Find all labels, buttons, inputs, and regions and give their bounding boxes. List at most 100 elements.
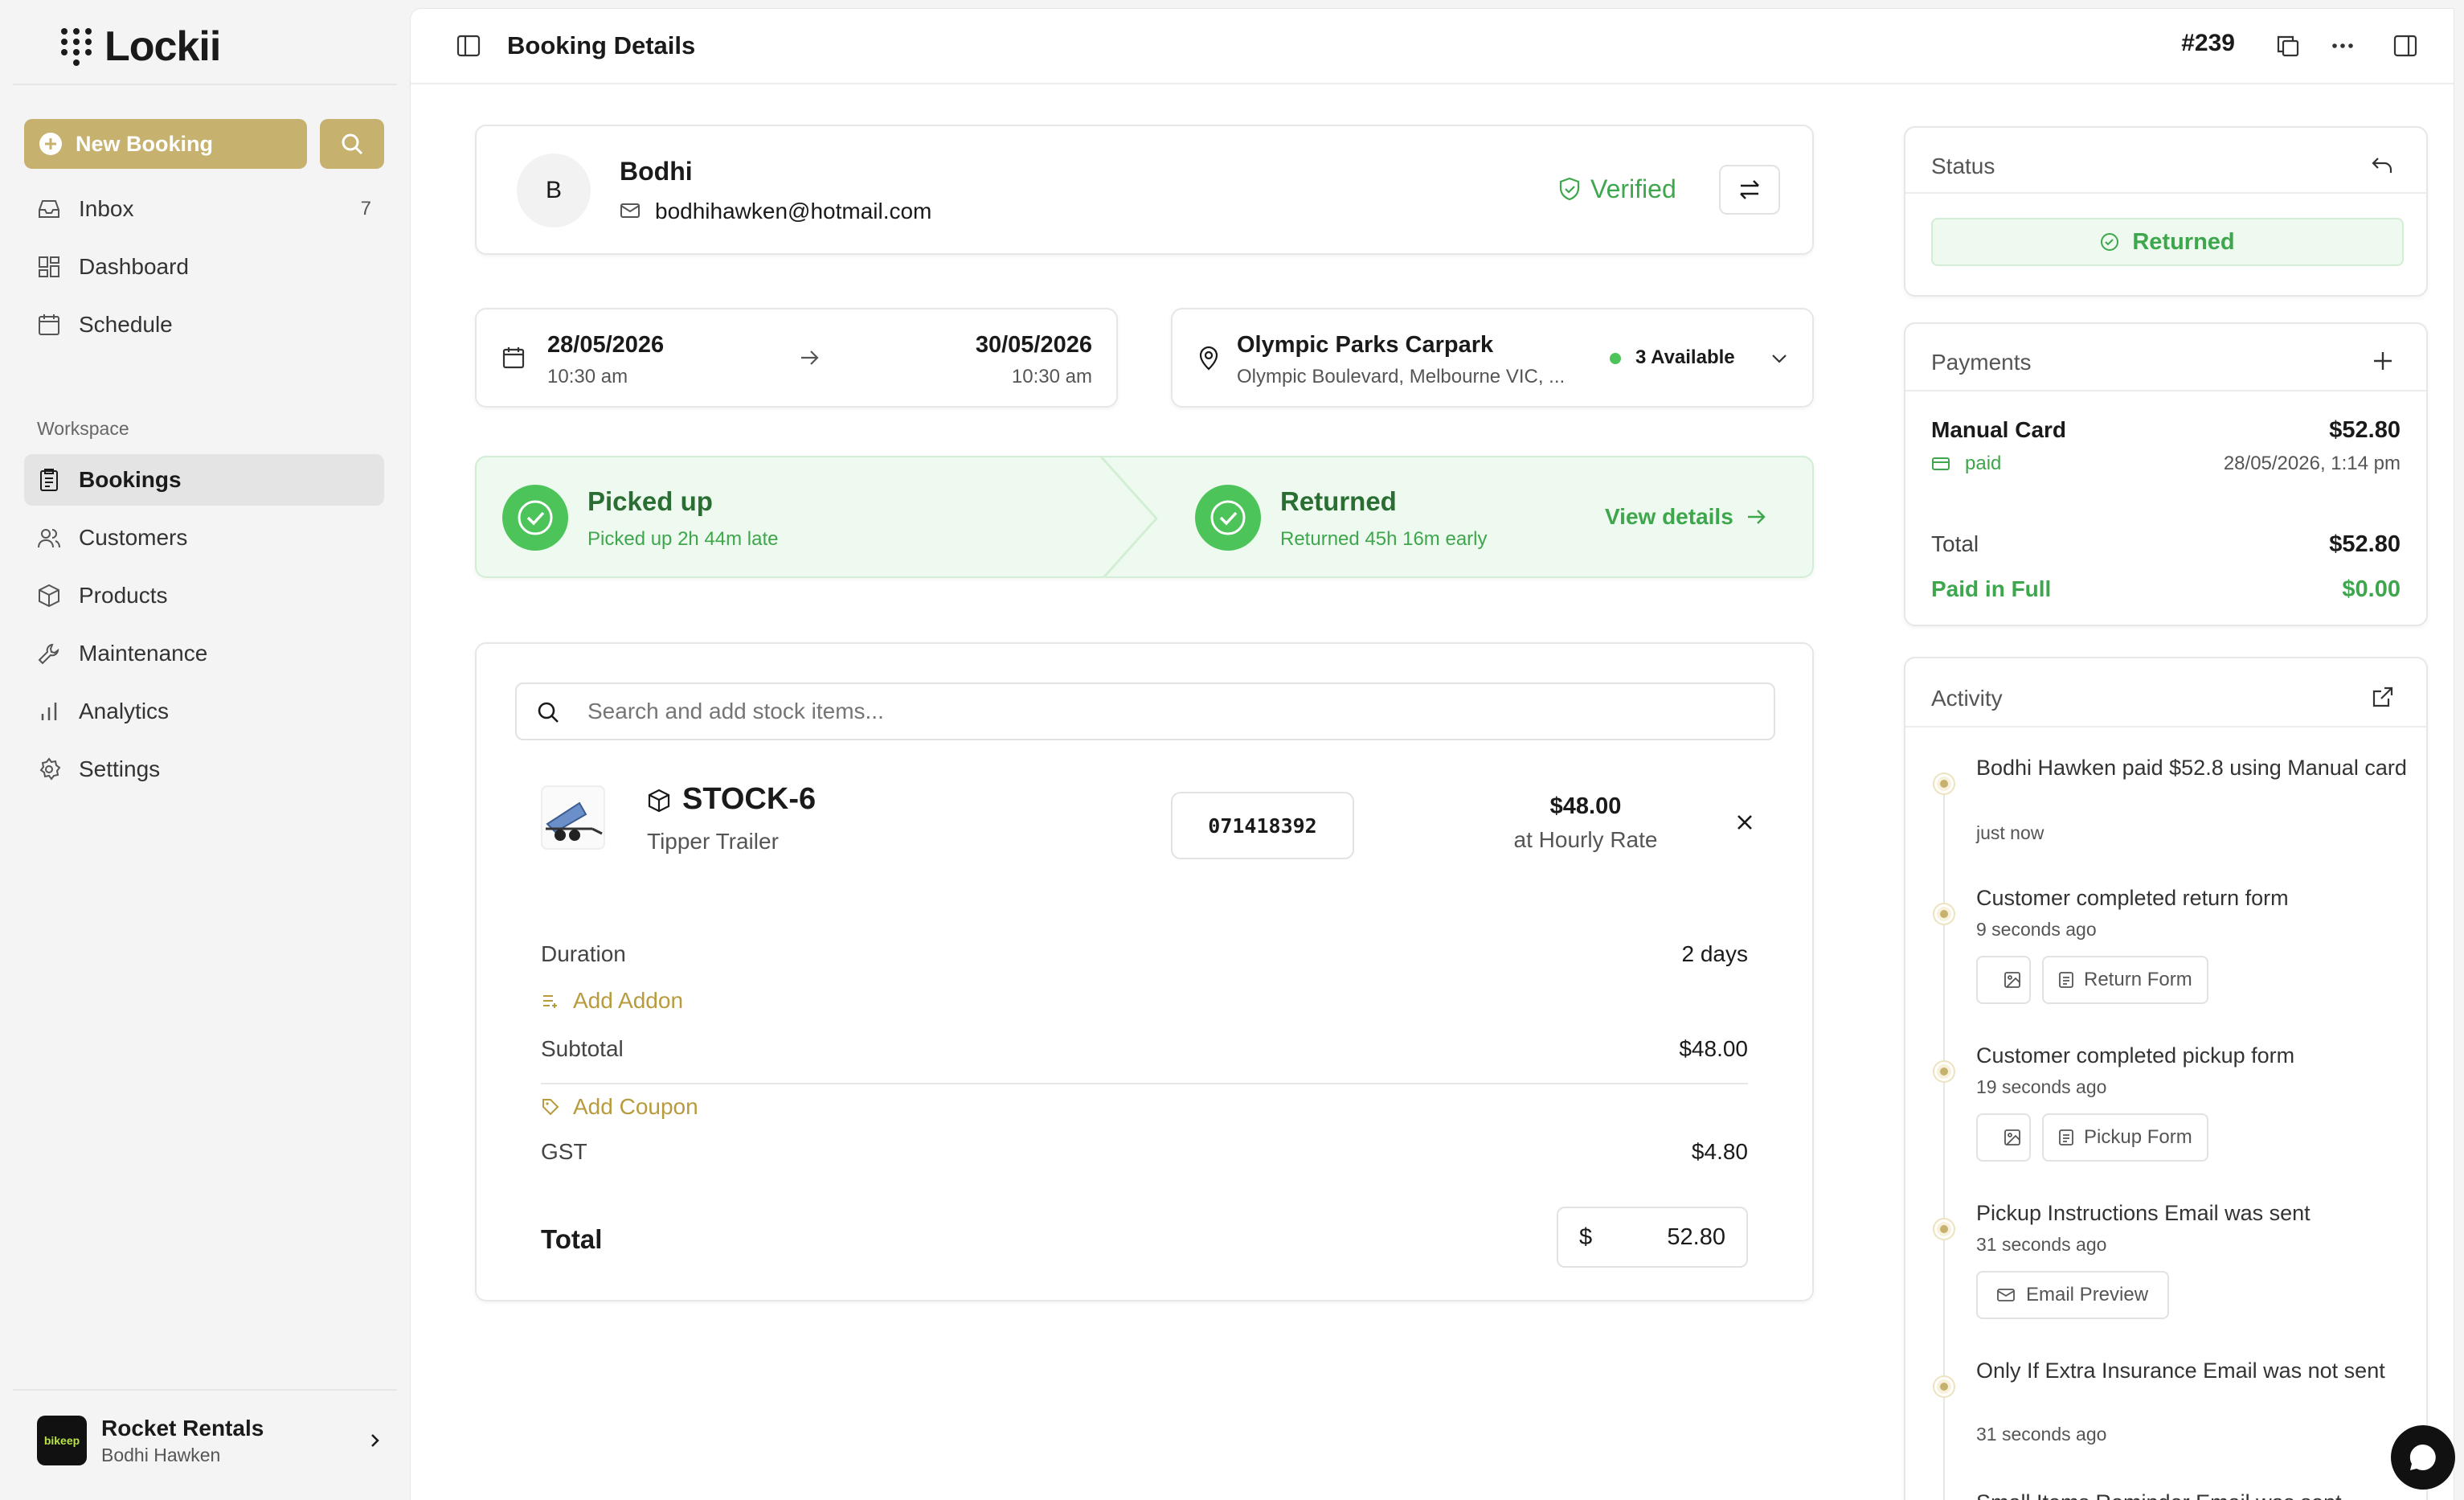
dashboard-icon: [39, 256, 59, 277]
chevron-right-icon: [371, 1434, 379, 1447]
payments-total-value: $52.80: [2329, 531, 2401, 557]
total-label: Total: [541, 1224, 603, 1254]
timeline-dot-core: [1940, 780, 1948, 788]
add-addon-button[interactable]: Add Addon: [541, 988, 683, 1014]
availability-dot: [1610, 353, 1621, 364]
total-input[interactable]: $ 52.80: [1557, 1207, 1748, 1268]
plus-icon[interactable]: [2372, 350, 2394, 372]
page-title: Booking Details: [507, 31, 696, 59]
calendar-icon: [39, 314, 59, 335]
subtotal-value: $48.00: [1679, 1036, 1748, 1061]
organization-switcher[interactable]: bikeep Rocket Rentals Bodhi Hawken: [37, 1415, 384, 1466]
main-panel: Booking Details #239 B Bodhi bodhihawken…: [410, 8, 2455, 1500]
sidebar-item-analytics[interactable]: Analytics: [24, 686, 384, 737]
more-icon[interactable]: [2330, 33, 2356, 59]
undo-icon[interactable]: [2370, 154, 2394, 178]
activity-card: Activity Bodhi Hawken paid $52.8 using M…: [1904, 657, 2428, 1500]
sidebar-item-label: Dashboard: [79, 254, 189, 279]
payment-date: 28/05/2026, 1:14 pm: [2223, 453, 2401, 474]
gear-icon: [39, 757, 61, 781]
sidebar-item-label: Analytics: [79, 699, 170, 723]
view-details-link[interactable]: View details: [1605, 504, 1767, 530]
stock-type: Tipper Trailer: [647, 829, 779, 854]
stock-search-input[interactable]: [587, 694, 1745, 729]
activity-time: 19 seconds ago: [1976, 1076, 2107, 1097]
summary-divider: [541, 1083, 1748, 1084]
search-button[interactable]: [320, 119, 384, 169]
start-time: 10:30 am: [547, 366, 628, 387]
customer-card: B Bodhi bodhihawken@hotmail.com Verified: [475, 125, 1814, 255]
sidebar-item-schedule[interactable]: Schedule: [24, 299, 384, 350]
location-name: Olympic Parks Carpark: [1237, 332, 1494, 358]
currency-symbol: $: [1579, 1223, 1593, 1250]
chevron-down-icon[interactable]: [1769, 348, 1790, 369]
external-link-icon[interactable]: [2372, 686, 2394, 708]
check-circle-icon: [1195, 485, 1261, 551]
wrench-icon: [38, 643, 59, 665]
document-icon: [2059, 1129, 2073, 1145]
add-coupon-button[interactable]: Add Coupon: [541, 1094, 698, 1120]
avatar: B: [517, 154, 591, 227]
stock-barcode[interactable]: 071418392: [1171, 792, 1354, 859]
duration-label: Duration: [541, 941, 626, 966]
stock-items-card: STOCK-6 Tipper Trailer 071418392 $48.00 …: [475, 642, 1814, 1301]
stock-search-field[interactable]: [515, 682, 1775, 740]
date-range-card[interactable]: 28/05/2026 10:30 am 30/05/2026 10:30 am: [475, 308, 1118, 408]
sidebar-item-settings[interactable]: Settings: [24, 744, 384, 795]
clipboard-icon: [40, 469, 58, 491]
calendar-icon: [502, 347, 525, 369]
activity-time: 31 seconds ago: [1976, 1234, 2107, 1255]
stock-code[interactable]: STOCK-6: [682, 782, 816, 817]
mail-icon: [1997, 1289, 2015, 1301]
add-addon-label: Add Addon: [573, 988, 684, 1013]
activity-text: Pickup Instructions Email was sent: [1976, 1201, 2311, 1225]
step-separator: [1100, 457, 1159, 576]
inbox-count: 7: [360, 198, 371, 219]
email-preview-button[interactable]: Email Preview: [1976, 1271, 2170, 1319]
app-name: Lockii: [104, 23, 221, 70]
sidebar-item-bookings[interactable]: Bookings: [24, 454, 384, 506]
activity-time: 31 seconds ago: [1976, 1424, 2107, 1445]
app-logo[interactable]: Lockii: [59, 23, 221, 71]
payment-method: Manual Card: [1931, 417, 2067, 442]
attachment-label: Pickup Form: [2084, 1126, 2192, 1148]
sidebar-item-dashboard[interactable]: Dashboard: [24, 241, 384, 293]
form-thumbnails[interactable]: [1976, 1113, 2031, 1162]
tag-icon: [542, 1099, 559, 1116]
attachment-label: Return Form: [2084, 969, 2192, 990]
return-form-button[interactable]: Return Form: [2042, 956, 2208, 1004]
view-details-label: View details: [1605, 504, 1733, 529]
chat-launcher-button[interactable]: [2391, 1425, 2455, 1490]
timeline-dot-core: [1940, 1068, 1948, 1076]
panel-right-icon[interactable]: [2392, 33, 2418, 59]
divider: [13, 84, 397, 85]
plus-circle-icon: [39, 133, 62, 155]
image-icon: [2004, 972, 2020, 988]
activity-text: Small Items Reminder Email was sent: [1976, 1486, 2410, 1500]
location-card[interactable]: Olympic Parks Carpark Olympic Boulevard,…: [1171, 308, 1814, 408]
start-date: 28/05/2026: [547, 332, 665, 358]
customer-email[interactable]: bodhihawken@hotmail.com: [655, 199, 931, 224]
sidebar-toggle-icon[interactable]: [456, 33, 481, 59]
check-circle-icon: [2101, 233, 2119, 251]
form-thumbnails[interactable]: [1976, 956, 2031, 1004]
status-card: Status Returned: [1904, 126, 2428, 297]
status-badge[interactable]: Returned: [1931, 218, 2404, 266]
timeline-dot-core: [1940, 1225, 1948, 1233]
sidebar-item-inbox[interactable]: Inbox 7: [24, 183, 384, 235]
swap-customer-button[interactable]: [1719, 165, 1780, 215]
sidebar-item-products[interactable]: Products: [24, 570, 384, 621]
customer-name: Bodhi: [620, 157, 693, 186]
copy-icon[interactable]: [2275, 33, 2301, 59]
pickup-form-button[interactable]: Pickup Form: [2042, 1113, 2208, 1162]
close-icon[interactable]: [1733, 811, 1756, 834]
search-icon: [342, 133, 363, 155]
new-booking-button[interactable]: New Booking: [24, 119, 307, 169]
sidebar-item-customers[interactable]: Customers: [24, 512, 384, 564]
activity-time: 9 seconds ago: [1976, 919, 2097, 940]
org-logo: bikeep: [37, 1416, 87, 1465]
bar-chart-icon: [41, 703, 57, 720]
sidebar-item-maintenance[interactable]: Maintenance: [24, 628, 384, 679]
trailer-thumbnail: [541, 785, 605, 850]
package-icon: [39, 584, 59, 608]
